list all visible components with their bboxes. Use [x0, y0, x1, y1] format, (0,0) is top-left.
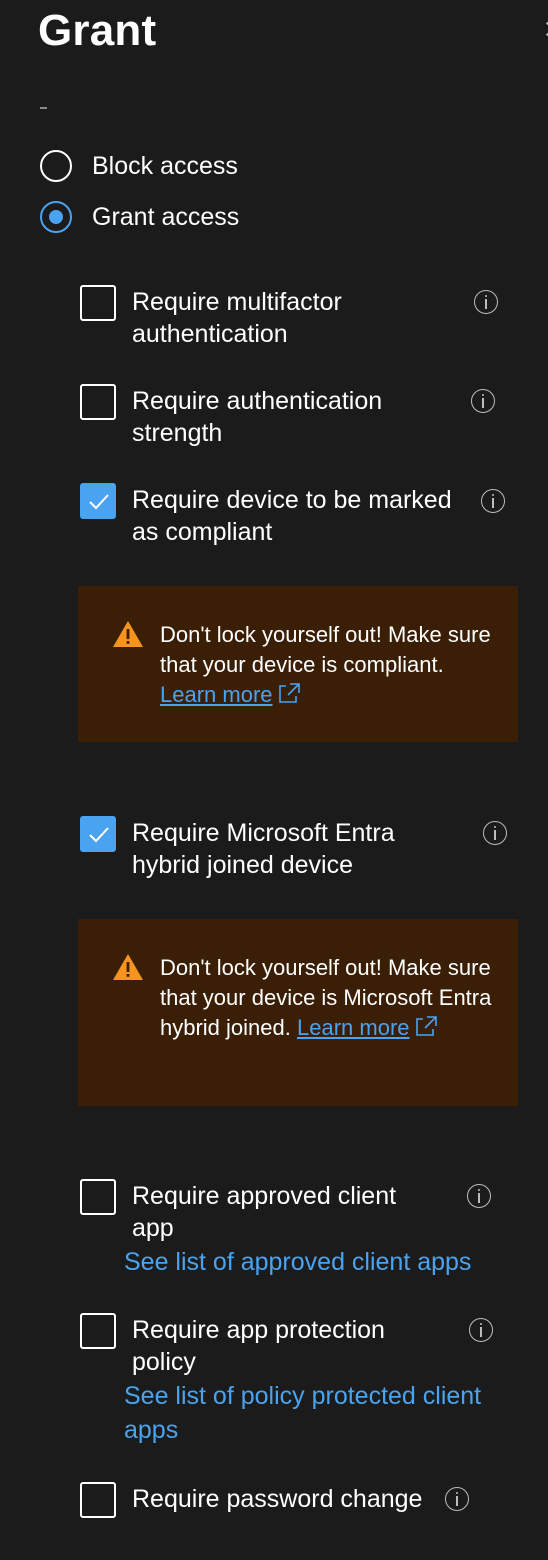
grant-access-option[interactable]: Grant access: [40, 199, 239, 235]
compliant-checkbox[interactable]: [80, 483, 116, 519]
auth-strength-label: Require authentication strength: [132, 387, 383, 447]
block-access-option[interactable]: Block access: [40, 148, 238, 184]
hybrid-joined-label: Require Microsoft Entra hybrid joined de…: [132, 819, 395, 879]
compliant-label: Require device to be marked as compliant: [132, 486, 452, 546]
checkmark-icon: [89, 494, 109, 510]
grant-access-radio[interactable]: [40, 201, 72, 233]
hybrid-warning-text: Don't lock yourself out! Make sure that …: [160, 953, 500, 1043]
approved-client-apps-link[interactable]: See list of approved client apps: [124, 1245, 514, 1279]
grant-panel: Grant Block access Grant access Require …: [0, 0, 548, 1560]
info-icon[interactable]: [445, 1487, 469, 1511]
divider: [40, 107, 47, 109]
app-protection-policy-label: Require app protection policy: [132, 1316, 385, 1376]
approved-client-app-checkbox[interactable]: [80, 1179, 116, 1215]
hybrid-warning: Don't lock yourself out! Make sure that …: [78, 919, 518, 1106]
grant-access-label: Grant access: [92, 203, 240, 231]
info-icon[interactable]: [469, 1318, 493, 1342]
learn-more-link[interactable]: Learn more: [160, 682, 273, 707]
mfa-checkbox[interactable]: [80, 285, 116, 321]
compliance-warning: Don't lock yourself out! Make sure that …: [78, 586, 518, 742]
block-access-label: Block access: [92, 152, 238, 180]
info-icon[interactable]: [471, 389, 495, 413]
compliance-warning-text: Don't lock yourself out! Make sure that …: [160, 620, 500, 710]
mfa-label: Require multifactor authentication: [132, 288, 342, 348]
password-change-label: Require password change: [132, 1485, 423, 1513]
app-protection-policy-checkbox[interactable]: [80, 1313, 116, 1349]
block-access-radio[interactable]: [40, 150, 72, 182]
warning-icon: [113, 621, 143, 647]
warning-message: Don't lock yourself out! Make sure that …: [160, 622, 491, 677]
close-icon[interactable]: [540, 18, 548, 42]
warning-icon: [113, 954, 143, 980]
info-icon[interactable]: [467, 1184, 491, 1208]
external-link-icon: [278, 683, 300, 703]
approved-client-app-label: Require approved client app: [132, 1182, 397, 1242]
learn-more-link[interactable]: Learn more: [297, 1015, 410, 1040]
external-link-icon: [415, 1016, 437, 1036]
info-icon[interactable]: [483, 821, 507, 845]
password-change-checkbox[interactable]: [80, 1482, 116, 1518]
info-icon[interactable]: [481, 489, 505, 513]
panel-title: Grant: [38, 6, 157, 55]
auth-strength-checkbox[interactable]: [80, 384, 116, 420]
info-icon[interactable]: [474, 290, 498, 314]
hybrid-joined-checkbox[interactable]: [80, 816, 116, 852]
checkmark-icon: [89, 827, 109, 843]
policy-protected-apps-link[interactable]: See list of policy protected client apps: [124, 1379, 514, 1447]
